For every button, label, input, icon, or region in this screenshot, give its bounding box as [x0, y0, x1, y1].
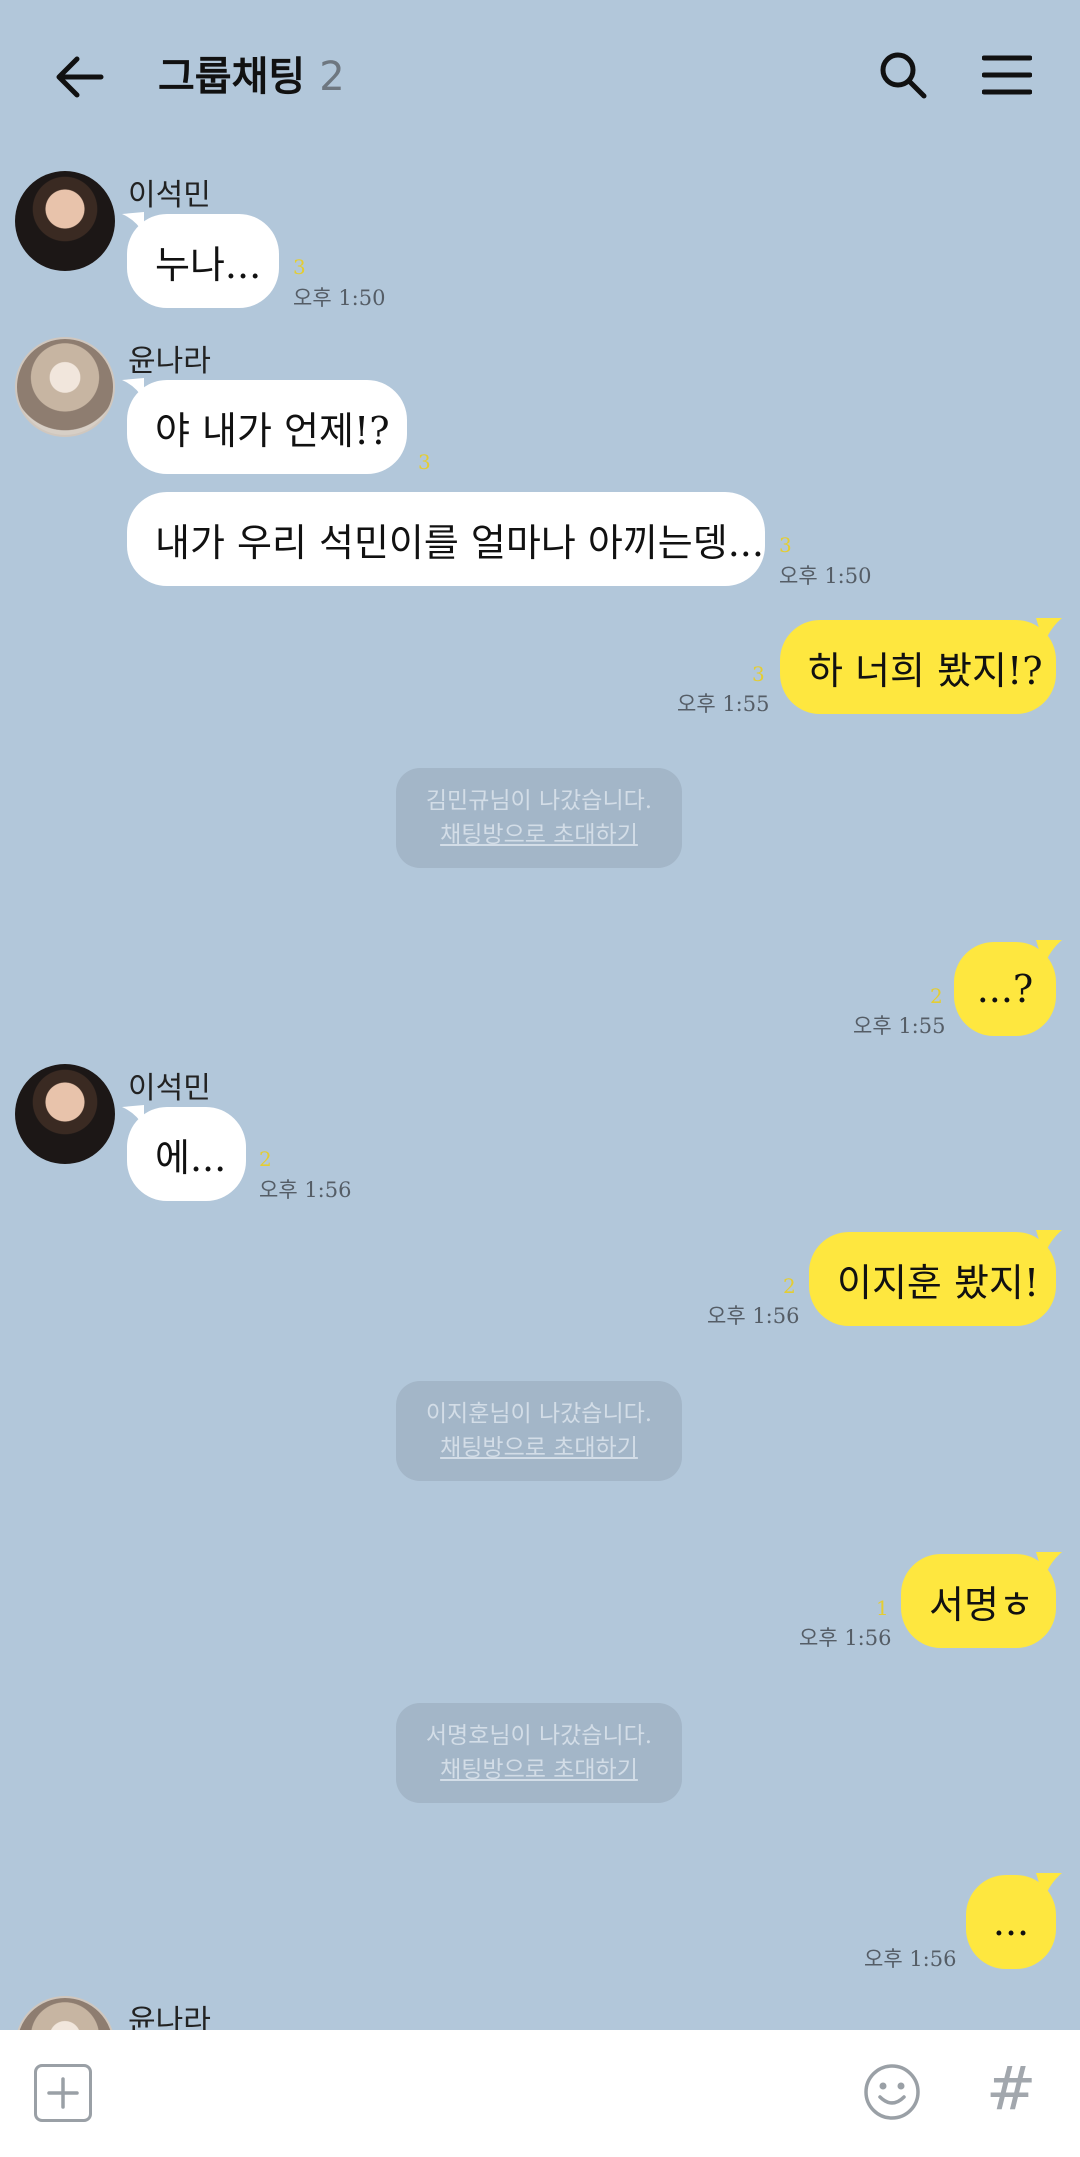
system-notice: 이지훈님이 나갔습니다. 채팅방으로 초대하기 — [396, 1381, 682, 1481]
hamburger-menu-icon — [982, 55, 1032, 95]
emoji-button[interactable] — [862, 2062, 922, 2122]
message-bubble[interactable]: 에... — [127, 1107, 246, 1201]
leave-notice-text: 서명호님이 나갔습니다. — [425, 1723, 653, 1749]
unread-count: 3 — [779, 533, 792, 557]
message-time: 오후 1:56 — [864, 1947, 957, 1971]
bubble-tail — [1036, 940, 1062, 966]
unread-count: 2 — [930, 984, 943, 1008]
system-notice: 서명호님이 나갔습니다. 채팅방으로 초대하기 — [396, 1703, 682, 1803]
message-bubble[interactable]: 야 내가 언제!? — [127, 380, 407, 474]
chat-title: 그룹채팅 — [158, 54, 306, 100]
chat-title-group: 그룹채팅 2 — [158, 44, 345, 102]
avatar-seokmin[interactable] — [15, 171, 115, 271]
invite-link[interactable]: 채팅방으로 초대하기 — [440, 818, 638, 852]
my-message-bubble[interactable]: 이지훈 봤지! — [809, 1232, 1056, 1326]
avatar-nara[interactable] — [15, 337, 115, 437]
plus-icon — [47, 2077, 79, 2109]
message-time: 오후 1:56 — [799, 1626, 892, 1650]
message-input-bar: # — [0, 2030, 1080, 2157]
leave-notice-text: 김민규님이 나갔습니다. — [425, 788, 653, 814]
search-button[interactable] — [868, 40, 938, 110]
bubble-tail — [1036, 1873, 1062, 1899]
bubble-tail — [1036, 1552, 1062, 1578]
back-button[interactable] — [44, 42, 114, 112]
unread-count: 3 — [293, 255, 306, 279]
message-time: 오후 1:55 — [853, 1014, 946, 1038]
hash-icon[interactable]: # — [986, 2054, 1036, 2124]
bubble-tail — [1036, 618, 1062, 644]
my-message-bubble[interactable]: 서명ㅎ — [901, 1554, 1056, 1648]
message-time: 오후 1:55 — [677, 692, 770, 716]
sender-name: 이석민 — [128, 1071, 211, 1106]
invite-link[interactable]: 채팅방으로 초대하기 — [440, 1753, 638, 1787]
my-message-bubble[interactable]: 하 너희 봤지!? — [780, 620, 1056, 714]
unread-count: 1 — [876, 1596, 889, 1620]
smiley-icon — [864, 2064, 920, 2120]
leave-notice-text: 이지훈님이 나갔습니다. — [425, 1401, 653, 1427]
invite-link[interactable]: 채팅방으로 초대하기 — [440, 1431, 638, 1465]
chat-header: 그룹채팅 2 — [0, 0, 1080, 150]
unread-count: 2 — [259, 1147, 272, 1171]
message-time: 오후 1:50 — [293, 286, 386, 310]
message-time: 오후 1:50 — [779, 564, 872, 588]
bubble-tail — [1036, 1230, 1062, 1256]
search-icon — [880, 52, 927, 99]
system-notice: 김민규님이 나갔습니다. 채팅방으로 초대하기 — [396, 768, 682, 868]
menu-button[interactable] — [972, 40, 1042, 110]
arrow-left-icon — [56, 56, 104, 98]
unread-count: 3 — [418, 450, 431, 474]
message-time: 오후 1:56 — [259, 1178, 352, 1202]
member-count: 2 — [319, 54, 345, 100]
message-time: 오후 1:56 — [707, 1304, 800, 1328]
message-bubble[interactable]: 누나... — [127, 214, 279, 308]
sender-name: 윤나라 — [128, 344, 211, 379]
sender-name: 이석민 — [128, 178, 211, 213]
unread-count: 2 — [783, 1274, 796, 1298]
avatar-seokmin[interactable] — [15, 1064, 115, 1164]
unread-count: 3 — [752, 662, 765, 686]
message-bubble[interactable]: 내가 우리 석민이를 얼마나 아끼는뎅... — [127, 492, 765, 586]
add-attachment-button[interactable] — [34, 2064, 92, 2122]
